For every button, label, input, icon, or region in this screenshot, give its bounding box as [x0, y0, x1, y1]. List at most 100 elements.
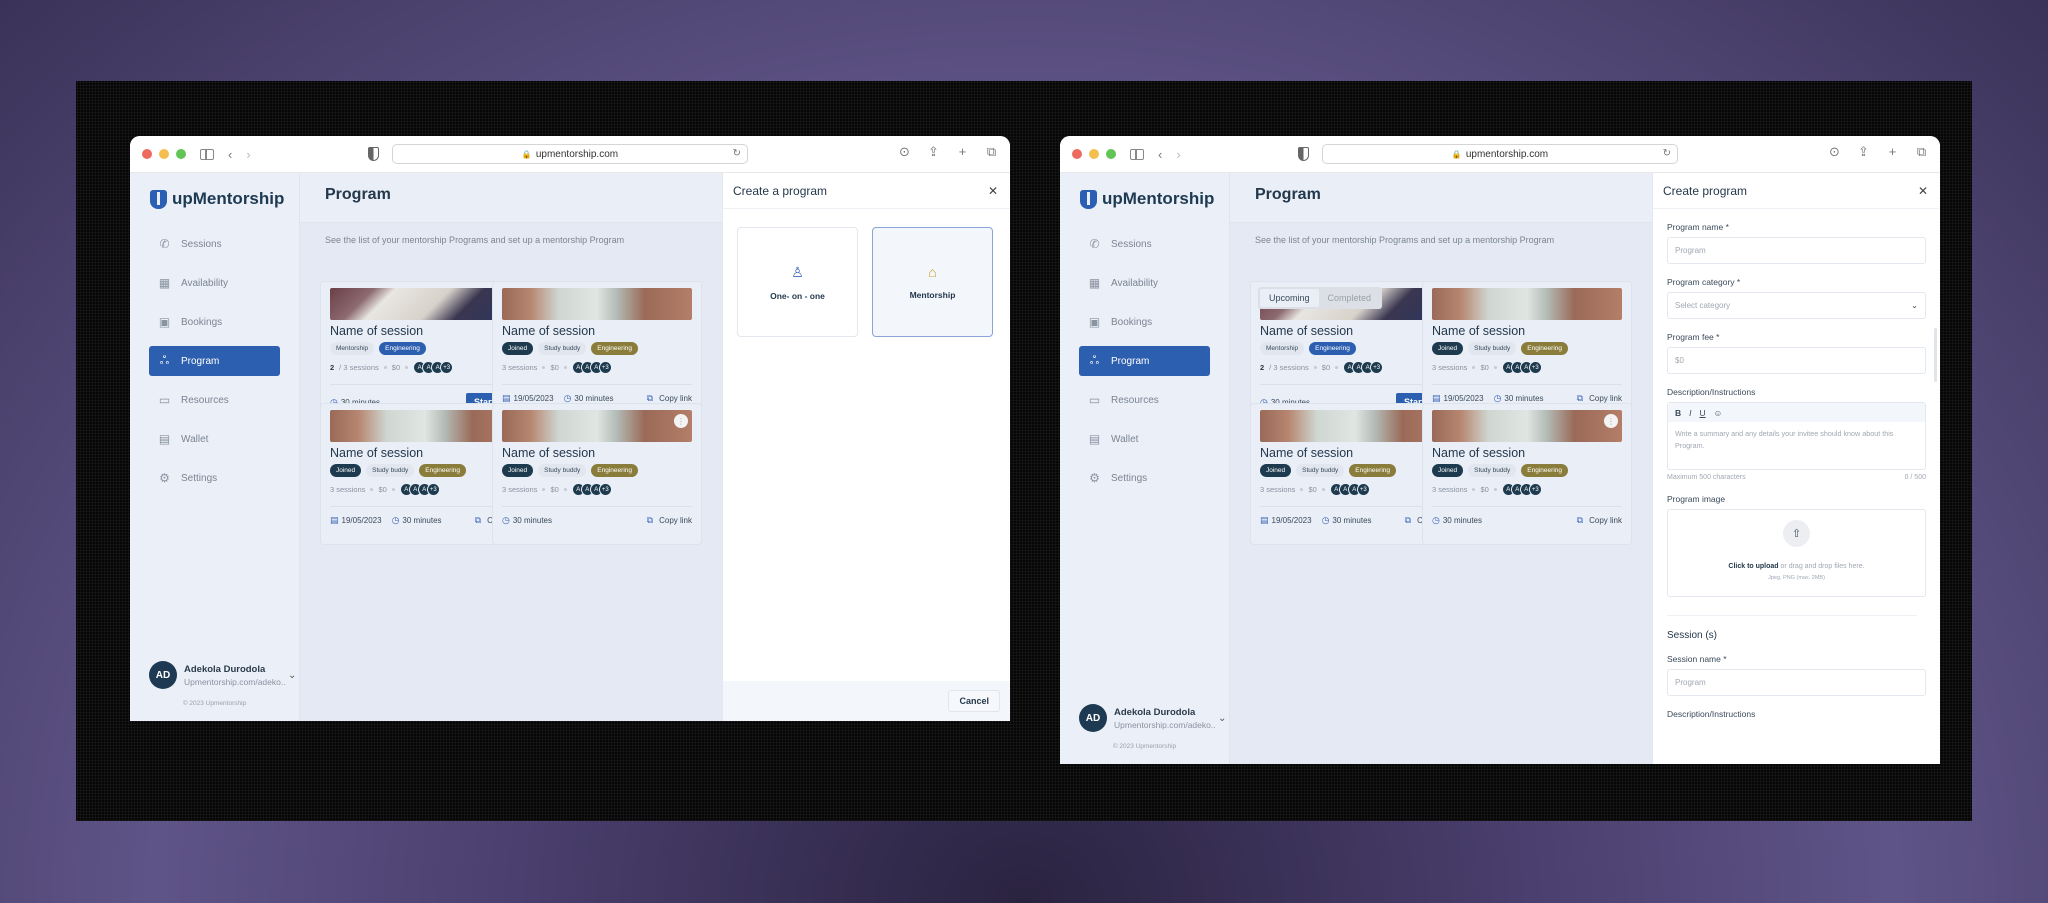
back-icon[interactable]: ‹ [1158, 147, 1162, 162]
session-name-input[interactable]: Program [1667, 669, 1926, 696]
address-bar[interactable]: 🔒 upmentorship.com ↻ [392, 144, 748, 164]
user-profile[interactable]: AD Adekola Durodola Upmentorship.com/ade… [149, 661, 296, 689]
logo[interactable]: upMentorship [1060, 189, 1229, 209]
sidebar-item-availability[interactable]: ▦ Availability [1079, 268, 1210, 298]
drawer-footer: Cancel [723, 681, 1010, 721]
underline-icon[interactable]: U [1700, 408, 1706, 418]
chevron-down-icon[interactable]: ⌄ [1218, 713, 1226, 724]
sidebar-item-settings[interactable]: ⚙ Settings [1079, 463, 1210, 493]
sidebar-item-program[interactable]: ஃ Program [1079, 346, 1210, 376]
copy-link-button[interactable]: ⧉ Copy link [1577, 515, 1622, 526]
download-icon[interactable]: ⊙ [1828, 144, 1841, 159]
sidebar-item-resources[interactable]: ▭ Resources [149, 385, 280, 415]
tab-upcoming[interactable]: Upcoming [1260, 289, 1319, 307]
share-icon[interactable]: ⇪ [927, 144, 940, 159]
sidebar-item-program[interactable]: ஃ Program [149, 346, 280, 376]
sidebar-item-availability[interactable]: ▦ Availability [149, 268, 280, 298]
attendee-avatars[interactable]: A A A +3 [1501, 361, 1542, 374]
attendee-avatars[interactable]: A A A +3 [413, 361, 454, 374]
card-meta: 3 sessions $0 A A A +3 [1432, 361, 1622, 374]
calendar-icon: ▤ [330, 515, 339, 525]
sidebar-toggle-icon[interactable] [1130, 148, 1144, 160]
card-divider [1432, 506, 1622, 507]
new-tab-icon[interactable]: + [1886, 144, 1899, 159]
close-icon[interactable]: ✕ [1918, 184, 1928, 198]
forward-icon[interactable]: › [246, 147, 250, 162]
back-icon[interactable]: ‹ [228, 147, 232, 162]
bookings-icon: ▣ [158, 315, 171, 329]
privacy-shield-icon[interactable] [1298, 147, 1309, 161]
chevron-down-icon[interactable]: ⌄ [288, 670, 296, 681]
attendee-avatars[interactable]: A A A +3 [399, 483, 440, 496]
tabs-overview-icon[interactable]: ⧉ [1915, 144, 1928, 159]
italic-icon[interactable]: I [1689, 408, 1691, 418]
user-name: Adekola Durodola [184, 663, 266, 675]
attendee-avatars[interactable]: A A A +3 [1501, 483, 1542, 496]
scrollbar[interactable] [1934, 328, 1937, 382]
close-window-button[interactable] [1072, 149, 1082, 159]
maximize-window-button[interactable] [176, 149, 186, 159]
program-card[interactable]: ⋮ Name of session Joined Study buddy Enginee… [1422, 403, 1632, 545]
sidebar-toggle-icon[interactable] [200, 148, 214, 160]
cancel-button[interactable]: Cancel [948, 690, 1000, 712]
more-options-icon[interactable]: ⋮ [1604, 414, 1618, 428]
privacy-shield-icon[interactable] [368, 147, 379, 161]
separator-dot [563, 366, 567, 369]
tag: Engineering [1349, 464, 1396, 477]
sidebar-item-resources[interactable]: ▭ Resources [1079, 385, 1210, 415]
address-bar[interactable]: 🔒 upmentorship.com ↻ [1322, 144, 1678, 164]
sidebar-item-settings[interactable]: ⚙ Settings [149, 463, 280, 493]
program-card[interactable]: Name of session Joined Study buddy Engineer… [492, 281, 702, 423]
forward-icon[interactable]: › [1176, 147, 1180, 162]
close-window-button[interactable] [142, 149, 152, 159]
sessions-count: 3 sessions [502, 363, 538, 372]
program-type-mentorship[interactable]: ⌂ Mentorship [872, 227, 993, 337]
sidebar-item-bookings[interactable]: ▣ Bookings [1079, 307, 1210, 337]
program-card[interactable]: Name of session Joined Study buddy Engineer… [1422, 281, 1632, 423]
image-upload-dropzone[interactable]: ⇧ Click to upload or drag and drop files … [1667, 509, 1926, 597]
sidebar-item-sessions[interactable]: ✆ Sessions [149, 229, 280, 259]
minimize-window-button[interactable] [1089, 149, 1099, 159]
program-fee-input[interactable]: $0 [1667, 347, 1926, 374]
program-category-select[interactable]: Select category ⌄ [1667, 292, 1926, 319]
attendee-avatars[interactable]: A A A +3 [571, 483, 612, 496]
minimize-window-button[interactable] [159, 149, 169, 159]
duration: ◷ 30 minutes [1432, 515, 1482, 526]
sidebar-item-label: Wallet [1111, 433, 1139, 445]
click-to-upload-link[interactable]: Click to upload [1728, 563, 1778, 570]
browser-toolbar: ‹ › 🔒 upmentorship.com ↻ ⊙ ⇪ + ⧉ [130, 136, 1010, 173]
user-profile[interactable]: AD Adekola Durodola Upmentorship.com/ade… [1079, 704, 1226, 732]
program-type-one-on-one[interactable]: ♙ One- on - one [737, 227, 858, 337]
chevron-down-icon: ⌄ [1911, 301, 1918, 310]
sidebar-item-wallet[interactable]: ▤ Wallet [149, 424, 280, 454]
tabs-overview-icon[interactable]: ⧉ [985, 144, 998, 159]
browser-window-left: ‹ › 🔒 upmentorship.com ↻ ⊙ ⇪ + ⧉ upMento… [130, 136, 1010, 721]
sidebar-item-bookings[interactable]: ▣ Bookings [149, 307, 280, 337]
emoji-icon[interactable]: ☺ [1714, 408, 1723, 418]
tab-completed[interactable]: Completed [1319, 289, 1381, 307]
logo[interactable]: upMentorship [130, 189, 299, 209]
field-label: Program image [1667, 494, 1726, 504]
card-footer: ◷ 30 minutes ⧉ Copy link [502, 515, 692, 526]
download-icon[interactable]: ⊙ [898, 144, 911, 159]
reload-icon[interactable]: ↻ [1663, 148, 1671, 159]
reload-icon[interactable]: ↻ [733, 148, 741, 159]
share-icon[interactable]: ⇪ [1857, 144, 1870, 159]
attendee-avatars[interactable]: A A A +3 [571, 361, 612, 374]
attendee-avatars[interactable]: A A A +3 [1329, 483, 1370, 496]
new-tab-icon[interactable]: + [956, 144, 969, 159]
separator-dot [391, 488, 395, 491]
maximize-window-button[interactable] [1106, 149, 1116, 159]
price: $0 [1480, 363, 1489, 372]
more-options-icon[interactable]: ⋮ [674, 414, 688, 428]
url-text: upmentorship.com [1465, 148, 1549, 160]
attendee-avatars[interactable]: A A A +3 [1343, 361, 1384, 374]
bold-icon[interactable]: B [1675, 408, 1681, 418]
sidebar-item-wallet[interactable]: ▤ Wallet [1079, 424, 1210, 454]
copy-link-button[interactable]: ⧉ Copy link [647, 515, 692, 526]
program-name-input[interactable]: Program [1667, 237, 1926, 264]
description-editor[interactable]: B I U ☺ Write a summary and any details your… [1667, 402, 1926, 470]
sidebar-item-sessions[interactable]: ✆ Sessions [1079, 229, 1210, 259]
program-card[interactable]: ⋮ Name of session Joined Study buddy Enginee… [492, 403, 702, 545]
close-icon[interactable]: ✕ [988, 184, 998, 198]
